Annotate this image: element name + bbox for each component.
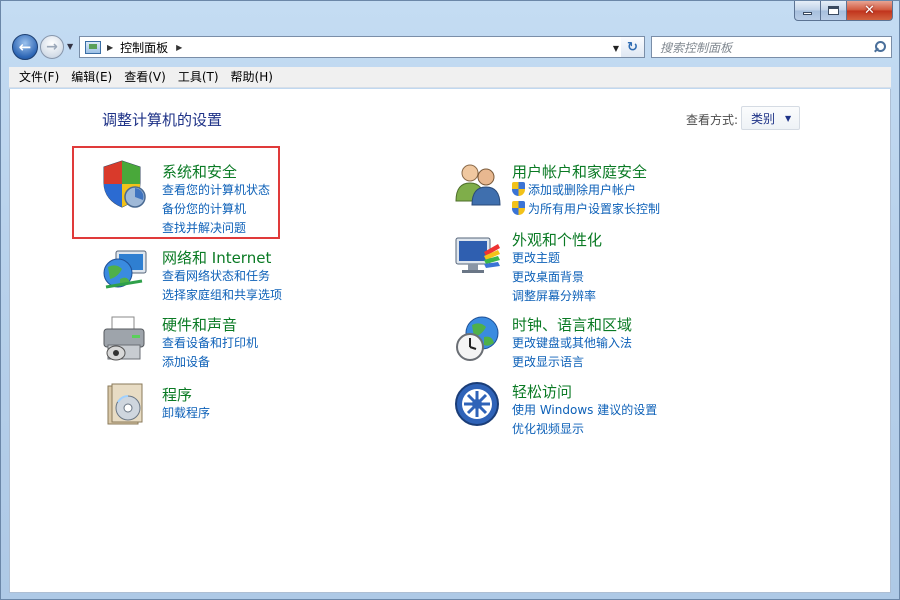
link-optimize-visual-display[interactable]: 优化视频显示 [512, 420, 584, 437]
minimize-icon [803, 12, 812, 15]
category-title-hardware[interactable]: 硬件和声音 [162, 314, 237, 335]
link-parental-controls-label: 为所有用户设置家长控制 [528, 202, 661, 216]
menu-tools[interactable]: 工具(T) [172, 67, 225, 88]
category-title-system-security[interactable]: 系统和安全 [162, 161, 237, 182]
link-windows-suggested-settings[interactable]: 使用 Windows 建议的设置 [512, 401, 657, 418]
breadcrumb-chevron-icon[interactable]: ▶ [176, 43, 182, 52]
link-parental-controls[interactable]: 为所有用户设置家长控制 [512, 200, 660, 217]
link-add-remove-users-label: 添加或删除用户帐户 [528, 183, 637, 197]
link-devices-printers[interactable]: 查看设备和打印机 [162, 334, 258, 351]
category-title-network[interactable]: 网络和 Internet [162, 247, 271, 268]
ease-of-access-icon[interactable] [454, 381, 500, 427]
printer-icon[interactable] [102, 315, 148, 363]
breadcrumb-chevron-icon[interactable]: ▶ [107, 43, 113, 52]
menu-bar: 文件(F) 编辑(E) 查看(V) 工具(T) 帮助(H) [9, 67, 891, 88]
back-arrow-icon: ← [18, 38, 32, 56]
search-box[interactable]: 搜索控制面板 [651, 36, 892, 58]
appearance-icon[interactable] [454, 234, 502, 278]
category-title-user-accounts[interactable]: 用户帐户和家庭安全 [512, 161, 647, 182]
link-network-status[interactable]: 查看网络状态和任务 [162, 267, 270, 284]
uac-shield-icon [512, 182, 525, 196]
menu-file[interactable]: 文件(F) [13, 67, 65, 88]
chevron-down-icon: ▼ [785, 113, 792, 123]
programs-icon[interactable] [104, 382, 146, 428]
network-globe-icon[interactable] [102, 249, 148, 295]
link-display-language[interactable]: 更改显示语言 [512, 353, 584, 370]
link-screen-resolution[interactable]: 调整屏幕分辨率 [512, 287, 596, 304]
close-button[interactable]: ✕ [847, 1, 893, 21]
category-title-programs[interactable]: 程序 [162, 384, 192, 405]
view-by-label: 查看方式: [686, 113, 739, 127]
link-homegroup-sharing[interactable]: 选择家庭组和共享选项 [162, 286, 282, 303]
users-icon[interactable] [454, 161, 502, 207]
forward-button[interactable]: → [40, 35, 64, 59]
navigation-bar: ← → ▼ ▶ 控制面板 ▶ ▼ ↻ 搜索控制面板 [9, 31, 892, 61]
category-title-ease-access[interactable]: 轻松访问 [512, 381, 572, 402]
link-uninstall-program[interactable]: 卸载程序 [162, 404, 210, 421]
address-bar[interactable]: ▶ 控制面板 ▶ ▼ [79, 36, 624, 58]
link-add-device[interactable]: 添加设备 [162, 353, 210, 370]
breadcrumb-control-panel[interactable]: 控制面板 [120, 39, 168, 56]
caption-buttons: ✕ [794, 1, 893, 21]
search-input[interactable]: 搜索控制面板 [660, 39, 873, 56]
link-troubleshoot[interactable]: 查找并解决问题 [162, 219, 246, 236]
window-frame: ✕ ← → ▼ ▶ 控制面板 ▶ ▼ ↻ 搜索控制面板 文件(F) 编辑(E) … [0, 0, 900, 600]
clock-globe-icon[interactable] [454, 315, 502, 363]
address-dropdown-icon[interactable]: ▼ [613, 44, 619, 53]
history-dropdown-icon[interactable]: ▼ [67, 42, 73, 51]
page-title: 调整计算机的设置 [102, 111, 223, 129]
back-button[interactable]: ← [12, 34, 38, 60]
link-desktop-background[interactable]: 更改桌面背景 [512, 268, 584, 285]
forward-arrow-icon: → [46, 39, 58, 55]
close-icon: ✕ [864, 3, 875, 18]
refresh-button[interactable]: ↻ [621, 36, 645, 58]
category-title-appearance[interactable]: 外观和个性化 [512, 229, 602, 250]
maximize-icon [828, 6, 839, 15]
minimize-button[interactable] [794, 1, 821, 21]
link-backup-computer[interactable]: 备份您的计算机 [162, 200, 246, 217]
menu-view[interactable]: 查看(V) [118, 67, 172, 88]
view-by-value: 类别 [751, 111, 776, 126]
link-keyboard-input[interactable]: 更改键盘或其他输入法 [512, 334, 632, 351]
link-view-computer-status[interactable]: 查看您的计算机状态 [162, 181, 270, 198]
search-icon[interactable] [873, 41, 886, 53]
content-pane: 调整计算机的设置 查看方式: 类别 ▼ 系统和安全 查看您的计算机状态 备份您的… [9, 89, 891, 593]
shield-icon[interactable] [102, 159, 148, 209]
refresh-icon: ↻ [627, 39, 638, 55]
uac-shield-icon [512, 201, 525, 215]
category-title-clock-region[interactable]: 时钟、语言和区域 [512, 314, 632, 335]
link-change-theme[interactable]: 更改主题 [512, 249, 560, 266]
menu-help[interactable]: 帮助(H) [225, 67, 279, 88]
control-panel-icon [85, 40, 101, 54]
menu-edit[interactable]: 编辑(E) [65, 67, 118, 88]
view-by-dropdown[interactable]: 类别 ▼ [741, 106, 800, 130]
maximize-button[interactable] [821, 1, 847, 21]
link-add-remove-users[interactable]: 添加或删除用户帐户 [512, 181, 636, 198]
